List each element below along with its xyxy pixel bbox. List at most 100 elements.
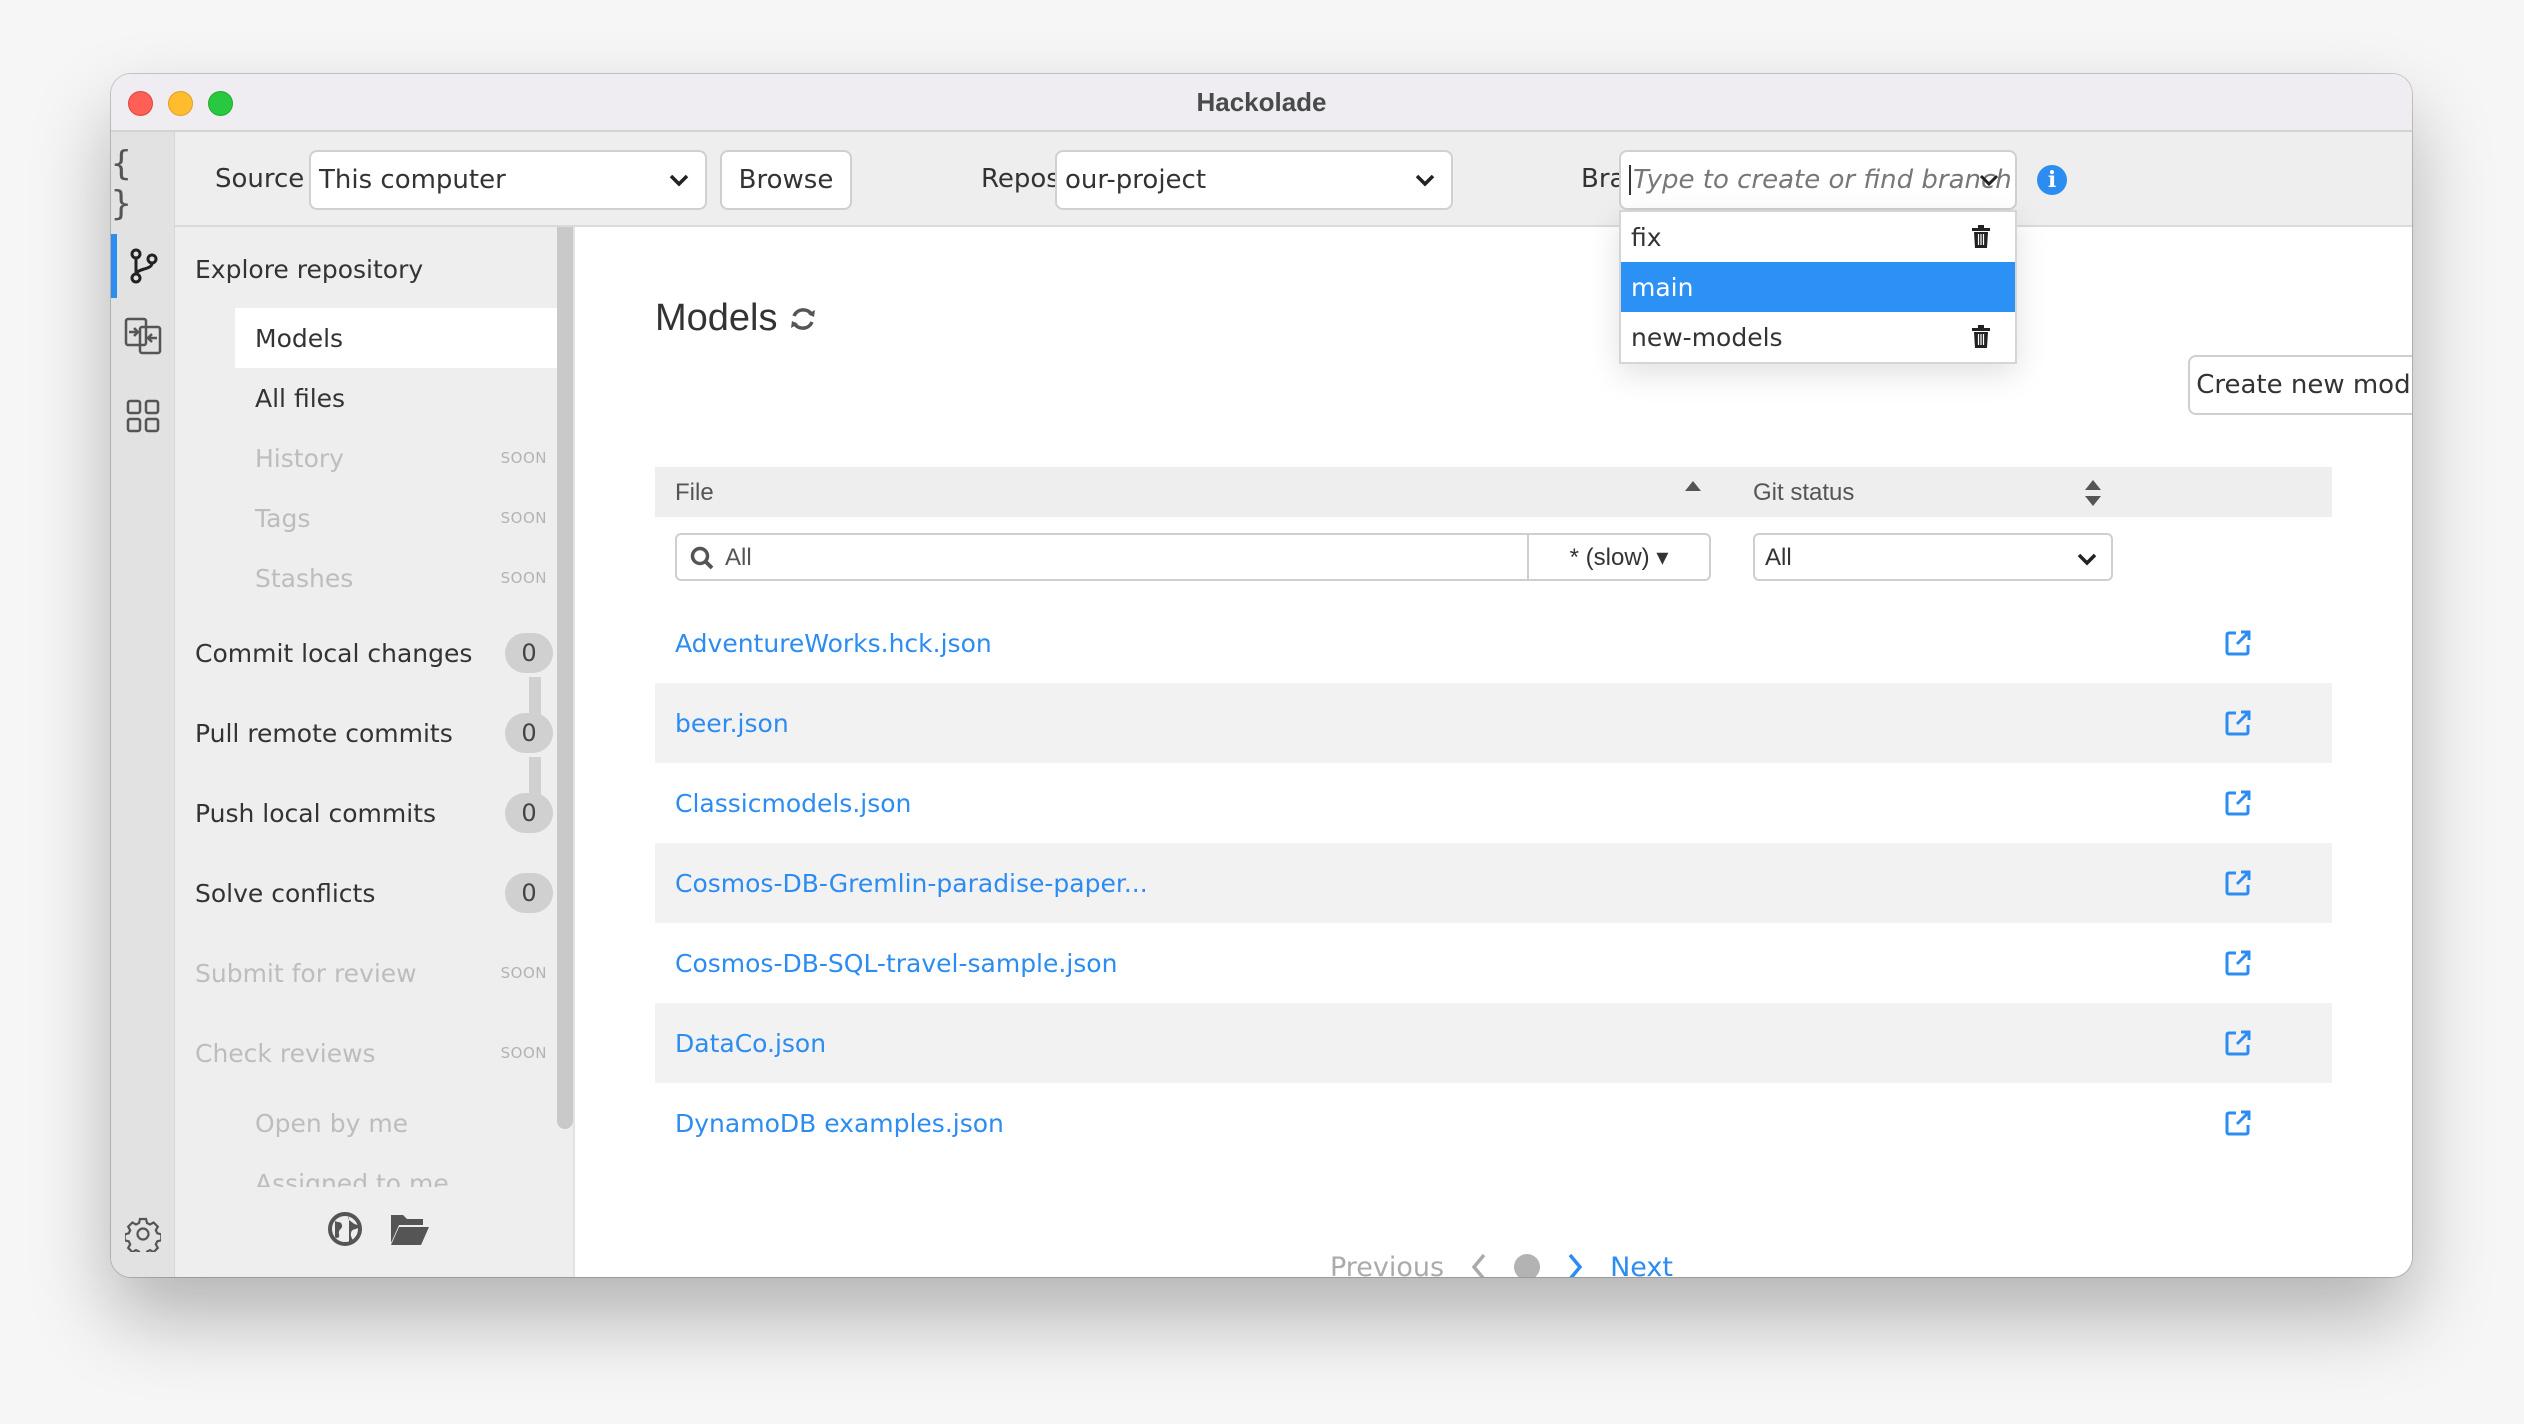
maximize-window-button[interactable]	[208, 91, 233, 116]
soon-badge: SOON	[500, 449, 547, 467]
sidebar-scrollbar[interactable]	[557, 227, 573, 1129]
branch-option-fix[interactable]: fix	[1621, 212, 2015, 262]
chevron-down-icon	[1415, 174, 1435, 187]
table-row[interactable]: Cosmos-DB-SQL-travel-sample.json	[655, 923, 2332, 1003]
chevron-down-icon[interactable]	[1977, 168, 2001, 192]
braces-icon[interactable]: { }	[111, 144, 175, 224]
table-row[interactable]: AdventureWorks.hck.json	[655, 603, 2332, 683]
column-header-file[interactable]: File	[675, 479, 714, 507]
sidebar-item-models[interactable]: Models	[235, 308, 557, 368]
git-status-filter-select[interactable]: All	[1753, 533, 2113, 581]
sidebar-item-commit-local-changes[interactable]: Commit local changes 0	[195, 623, 553, 683]
sidebar-item-label: Models	[255, 323, 344, 353]
trash-icon[interactable]	[1971, 325, 1991, 349]
refresh-icon[interactable]	[788, 304, 818, 334]
open-external-icon[interactable]	[2224, 1109, 2252, 1137]
chevron-left-icon[interactable]	[1470, 1252, 1488, 1277]
soon-badge: SOON	[500, 964, 547, 982]
file-link[interactable]: Classicmodels.json	[675, 789, 911, 818]
chevron-right-icon[interactable]	[1566, 1252, 1584, 1277]
sort-both-icon[interactable]	[2083, 477, 2103, 509]
open-external-icon[interactable]	[2224, 1029, 2252, 1057]
sidebar-item-tags: Tags SOON	[235, 488, 557, 548]
chevron-down-icon	[2077, 553, 2097, 566]
sidebar-item-all-files[interactable]: All files	[235, 368, 557, 428]
sidebar-item-pull-remote-commits[interactable]: Pull remote commits 0	[195, 703, 553, 763]
file-link[interactable]: AdventureWorks.hck.json	[675, 629, 992, 658]
sidebar-item-label: Submit for review	[195, 958, 417, 988]
file-link[interactable]: DynamoDB examples.json	[675, 1109, 1004, 1138]
open-external-icon[interactable]	[2224, 709, 2252, 737]
sidebar: Explore repository Models All files Hist…	[175, 227, 575, 1277]
table-row[interactable]: Cosmos-DB-Gremlin-paradise-paper...	[655, 843, 2332, 923]
repository-value: our-project	[1065, 165, 1207, 195]
grid-icon[interactable]	[111, 384, 175, 448]
sidebar-item-history: History SOON	[235, 428, 557, 488]
file-link[interactable]: Cosmos-DB-Gremlin-paradise-paper...	[675, 869, 1148, 898]
globe-icon[interactable]	[327, 1211, 363, 1247]
sidebar-item-stashes: Stashes SOON	[235, 548, 557, 608]
git-branch-icon[interactable]	[111, 234, 175, 298]
pagination: Previous Next	[591, 1247, 2412, 1277]
compare-icon[interactable]	[111, 304, 175, 368]
sidebar-item-push-local-commits[interactable]: Push local commits 0	[195, 783, 553, 843]
toolbar: Source This computer Browse Repository o…	[175, 132, 2412, 227]
branch-option-main[interactable]: main	[1621, 262, 2015, 312]
sidebar-item-solve-conflicts[interactable]: Solve conflicts 0	[195, 863, 553, 923]
file-link[interactable]: beer.json	[675, 709, 789, 738]
file-link[interactable]: DataCo.json	[675, 1029, 826, 1058]
git-status-filter-value: All	[1765, 544, 1792, 571]
trash-icon[interactable]	[1971, 225, 1991, 249]
browse-button[interactable]: Browse	[720, 150, 852, 210]
table-row[interactable]: beer.json	[655, 683, 2332, 763]
sidebar-item-label: Open by me	[255, 1108, 409, 1138]
open-external-icon[interactable]	[2224, 949, 2252, 977]
branch-option-label: new-models	[1631, 322, 1783, 352]
window-controls	[128, 91, 233, 116]
soon-badge: SOON	[500, 569, 547, 587]
next-page-link[interactable]: Next	[1610, 1252, 1673, 1278]
open-external-icon[interactable]	[2224, 789, 2252, 817]
branch-placeholder: Type to create or find branch	[1633, 165, 2012, 195]
sidebar-item-label: Tags	[255, 503, 311, 533]
column-header-git-status[interactable]: Git status	[1753, 479, 1854, 507]
table-row[interactable]: DataCo.json	[655, 1003, 2332, 1083]
create-new-model-button[interactable]: Create new model	[2188, 355, 2412, 415]
sidebar-item-label: All files	[255, 383, 346, 413]
branch-option-label: fix	[1631, 222, 1662, 252]
sidebar-explore-repository[interactable]: Explore repository	[195, 239, 553, 299]
page-title-text: Models	[655, 297, 778, 339]
sidebar-item-label: Push local commits	[195, 798, 437, 828]
search-value: All	[725, 544, 752, 571]
open-external-icon[interactable]	[2224, 629, 2252, 657]
minimize-window-button[interactable]	[168, 91, 193, 116]
search-scope-dropdown[interactable]: * (slow) ▾	[1527, 535, 1709, 579]
soon-badge: SOON	[500, 1044, 547, 1062]
file-search-input[interactable]: All * (slow) ▾	[675, 533, 1711, 581]
sidebar-item-label: Pull remote commits	[195, 718, 453, 748]
current-page-indicator[interactable]	[1514, 1254, 1541, 1277]
gear-icon[interactable]	[111, 1202, 175, 1266]
open-external-icon[interactable]	[2224, 869, 2252, 897]
table-row[interactable]: DynamoDB examples.json	[655, 1083, 2332, 1163]
table-header: File Git status	[655, 467, 2332, 517]
info-icon[interactable]: i	[2037, 165, 2067, 195]
icon-rail: { }	[111, 132, 175, 1277]
table-row[interactable]: Classicmodels.json	[655, 763, 2332, 843]
source-select[interactable]: This computer	[309, 150, 707, 210]
repository-select[interactable]: our-project	[1055, 150, 1453, 210]
branch-input[interactable]: Type to create or find branch	[1619, 150, 2017, 210]
app-window: Hackolade { } Source This computer Brows…	[111, 74, 2412, 1277]
branch-option-new-models[interactable]: new-models	[1621, 312, 2015, 362]
sidebar-item-label: Commit local changes	[195, 638, 473, 668]
folder-open-icon[interactable]	[389, 1211, 431, 1247]
sidebar-item-label: Solve conflicts	[195, 878, 376, 908]
file-link[interactable]: Cosmos-DB-SQL-travel-sample.json	[675, 949, 1117, 978]
file-list: AdventureWorks.hck.json beer.json Classicm…	[655, 603, 2332, 1163]
sidebar-item-open-by-me: Open by me	[235, 1093, 557, 1153]
sidebar-item-label: History	[255, 443, 344, 473]
sort-ascending-icon[interactable]	[1683, 479, 1703, 493]
previous-page-link[interactable]: Previous	[1330, 1252, 1444, 1278]
close-window-button[interactable]	[128, 91, 153, 116]
source-label: Source	[215, 164, 305, 194]
